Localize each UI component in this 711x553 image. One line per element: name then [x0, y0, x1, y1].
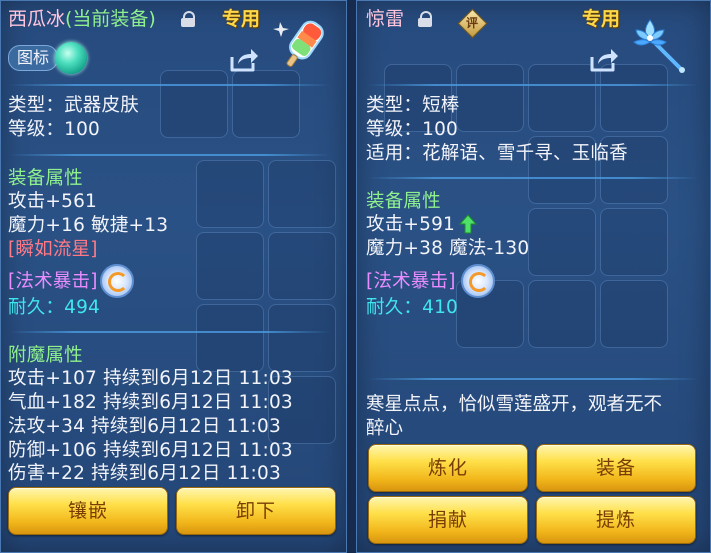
attr-magic-agility: 魔力+16 敏捷+13	[8, 215, 169, 236]
unequip-button[interactable]: 卸下	[176, 487, 336, 535]
divider	[368, 84, 698, 86]
exclusive-label: 专用	[222, 8, 261, 30]
extract-button[interactable]: 提炼	[536, 496, 696, 544]
equipped-status: (当前装备)	[65, 8, 156, 30]
lotus-wand-item-icon	[633, 19, 685, 73]
item-name: 惊雷	[366, 8, 405, 30]
durability-value: 410	[422, 297, 459, 318]
attr-attack: 攻击+561	[8, 191, 98, 212]
durability: 耐久：494	[8, 296, 100, 319]
item-type: 类型：短棒	[366, 95, 460, 116]
icon-toggle-button[interactable]: 图标	[8, 45, 58, 71]
lock-icon[interactable]	[418, 11, 432, 27]
enchant-header: 附魔属性	[8, 345, 83, 366]
divider	[368, 378, 698, 380]
enchant-line: 伤害+22 持续到6月12日 11:03	[8, 463, 281, 484]
divider	[368, 177, 698, 179]
inlay-button[interactable]: 镶嵌	[8, 487, 168, 535]
share-icon[interactable]	[589, 47, 619, 73]
donate-button[interactable]: 捐献	[368, 496, 528, 544]
enchant-line: 防御+106 持续到6月12日 11:03	[8, 440, 293, 461]
durability-value: 494	[64, 297, 101, 318]
item-description-line: 寒星点点，恰似雪莲盛开，观者无不	[366, 394, 663, 415]
special-effect: [瞬如流星]	[8, 239, 98, 260]
durability-label: 耐久：	[366, 297, 423, 318]
durability: 耐久：410	[366, 296, 458, 319]
rating-badge-icon[interactable]: 评	[457, 8, 488, 39]
item-type: 类型：武器皮肤	[8, 95, 139, 116]
exclusive-label: 专用	[582, 8, 621, 30]
divider	[10, 154, 330, 156]
rating-badge-label: 评	[465, 16, 478, 30]
spell-crit-skill-icon[interactable]	[461, 264, 495, 298]
enchant-line: 气血+182 持续到6月12日 11:03	[8, 392, 293, 413]
enchant-line: 法攻+34 持续到6月12日 11:03	[8, 416, 281, 437]
watermelon-popsicle-item-icon	[273, 20, 324, 67]
equip-button[interactable]: 装备	[536, 444, 696, 492]
attr-header: 装备属性	[366, 191, 441, 212]
divider	[10, 331, 330, 333]
item-applicable: 适用：花解语、雪千寻、玉临香	[366, 143, 628, 164]
refine-button[interactable]: 炼化	[368, 444, 528, 492]
teal-orb-icon[interactable]	[55, 42, 87, 74]
skill-label: [法术暴击]	[366, 271, 456, 292]
item-title: 惊雷	[366, 7, 404, 31]
green-up-arrow-icon	[459, 214, 477, 234]
item-title: 西瓜冰(当前装备)	[8, 7, 156, 31]
skill-label: [法术暴击]	[8, 271, 98, 292]
left-item-tooltip-panel: 西瓜冰(当前装备) 专用 图标 类型：武器皮肤 等级：100 装备属性 攻击+5…	[0, 0, 347, 553]
lock-icon[interactable]	[181, 11, 195, 27]
attr-attack: 攻击+591	[366, 214, 456, 235]
item-level: 等级：100	[366, 119, 459, 140]
item-level: 等级：100	[8, 119, 101, 140]
spell-crit-skill-icon[interactable]	[100, 264, 134, 298]
durability-label: 耐久：	[8, 297, 65, 318]
item-name: 西瓜冰	[8, 8, 66, 30]
share-icon[interactable]	[229, 47, 259, 73]
enchant-line: 攻击+107 持续到6月12日 11:03	[8, 368, 293, 389]
panel-gap	[347, 0, 356, 553]
divider	[10, 84, 330, 86]
item-description-line: 醉心	[366, 418, 404, 439]
attr-header: 装备属性	[8, 168, 83, 189]
attr-magic-spell: 魔力+38 魔法-130	[366, 238, 530, 259]
